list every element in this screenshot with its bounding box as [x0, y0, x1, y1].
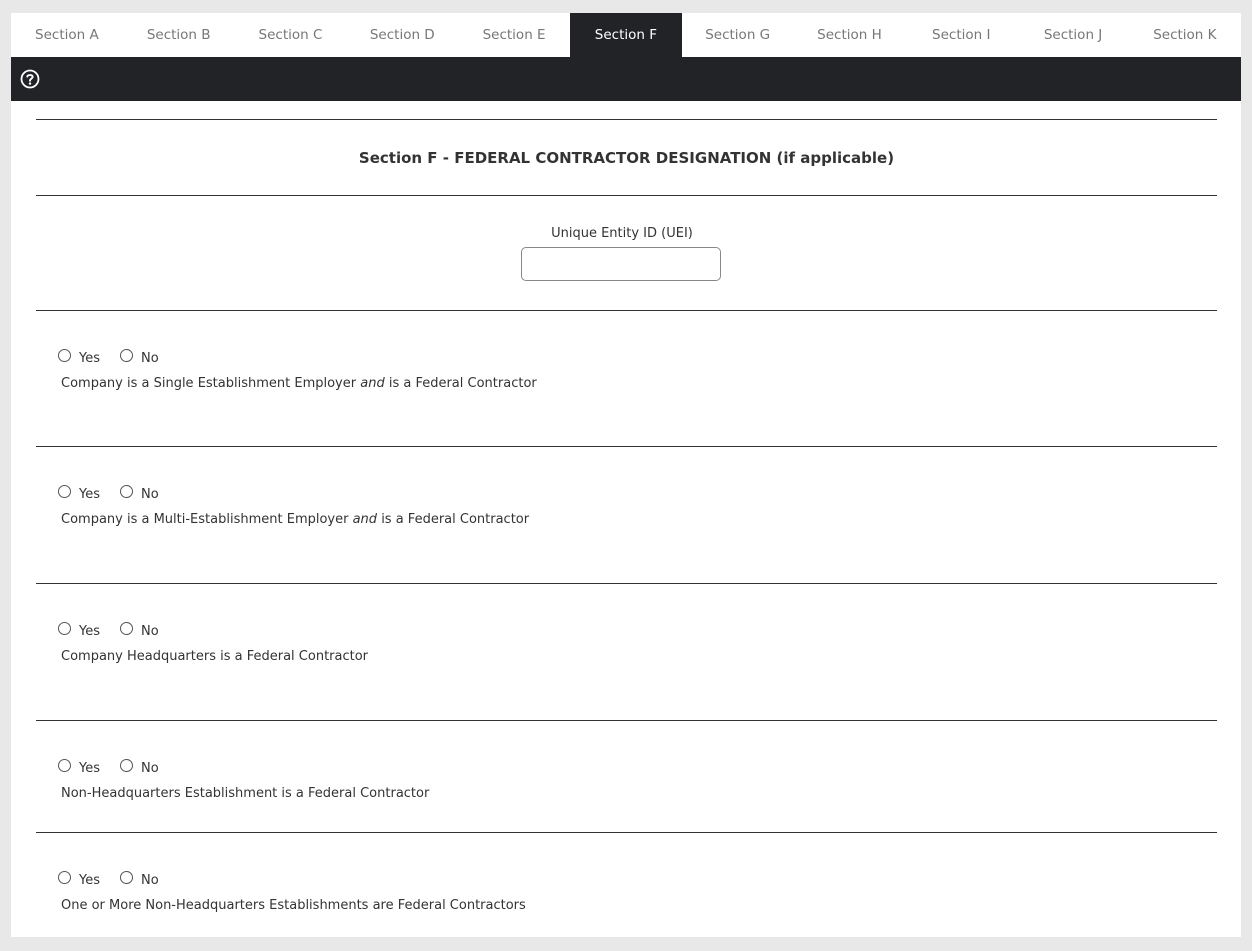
tab-section-k[interactable]: Section K	[1129, 13, 1241, 57]
question-multi-establishment: Yes No Company is a Multi-Establishment …	[36, 447, 1217, 583]
tab-section-g[interactable]: Section G	[682, 13, 794, 57]
section-content: Section F - FEDERAL CONTRACTOR DESIGNATI…	[36, 119, 1217, 933]
yes-label: Yes	[79, 761, 100, 776]
no-label: No	[141, 624, 159, 639]
form-panel: Section A Section B Section C Section D …	[11, 13, 1241, 937]
tab-section-d[interactable]: Section D	[346, 13, 458, 57]
yes-no-radio-group: Yes No	[58, 618, 159, 639]
yes-no-radio-group: Yes No	[58, 867, 159, 888]
question-headquarters: Yes No Company Headquarters is a Federal…	[36, 584, 1217, 720]
yes-no-radio-group: Yes No	[58, 755, 159, 776]
yes-label: Yes	[79, 624, 100, 639]
tab-section-i[interactable]: Section I	[905, 13, 1017, 57]
no-radio[interactable]	[120, 622, 133, 635]
no-label: No	[141, 761, 159, 776]
question-text: Company is a Single Establishment Employ…	[61, 376, 537, 391]
yes-radio[interactable]	[58, 349, 71, 362]
yes-radio[interactable]	[58, 622, 71, 635]
no-radio[interactable]	[120, 349, 133, 362]
yes-no-radio-group: Yes No	[58, 345, 159, 366]
tab-section-f[interactable]: Section F	[569, 13, 682, 57]
question-text: Non-Headquarters Establishment is a Fede…	[61, 786, 430, 801]
yes-radio[interactable]	[58, 871, 71, 884]
question-multiple-non-headquarters: Yes No One or More Non-Headquarters Esta…	[36, 833, 1217, 933]
yes-radio[interactable]	[58, 759, 71, 772]
tab-section-b[interactable]: Section B	[123, 13, 235, 57]
question-text: Company is a Multi-Establishment Employe…	[61, 512, 530, 527]
tab-section-e[interactable]: Section E	[458, 13, 570, 57]
question-single-establishment: Yes No Company is a Single Establishment…	[36, 311, 1217, 446]
tab-section-h[interactable]: Section H	[794, 13, 906, 57]
question-text: One or More Non-Headquarters Establishme…	[61, 898, 526, 913]
tab-section-c[interactable]: Section C	[235, 13, 347, 57]
no-label: No	[141, 873, 159, 888]
no-radio[interactable]	[120, 759, 133, 772]
section-title: Section F - FEDERAL CONTRACTOR DESIGNATI…	[358, 148, 895, 167]
uei-field-group: Unique Entity ID (UEI)	[36, 196, 1217, 310]
no-label: No	[141, 351, 159, 366]
no-radio[interactable]	[120, 485, 133, 498]
question-non-headquarters: Yes No Non-Headquarters Establishment is…	[36, 721, 1217, 832]
uei-input[interactable]	[521, 247, 721, 281]
question-circle-icon[interactable]	[20, 69, 40, 89]
tab-section-a[interactable]: Section A	[11, 13, 123, 57]
yes-no-radio-group: Yes No	[58, 481, 159, 502]
no-label: No	[141, 487, 159, 502]
yes-label: Yes	[79, 487, 100, 502]
section-tabs: Section A Section B Section C Section D …	[11, 13, 1241, 57]
question-text: Company Headquarters is a Federal Contra…	[61, 649, 369, 664]
tab-section-j[interactable]: Section J	[1017, 13, 1129, 57]
no-radio[interactable]	[120, 871, 133, 884]
yes-radio[interactable]	[58, 485, 71, 498]
yes-label: Yes	[79, 351, 100, 366]
toolbar	[11, 57, 1241, 101]
yes-label: Yes	[79, 873, 100, 888]
uei-label: Unique Entity ID (UEI)	[551, 226, 693, 241]
